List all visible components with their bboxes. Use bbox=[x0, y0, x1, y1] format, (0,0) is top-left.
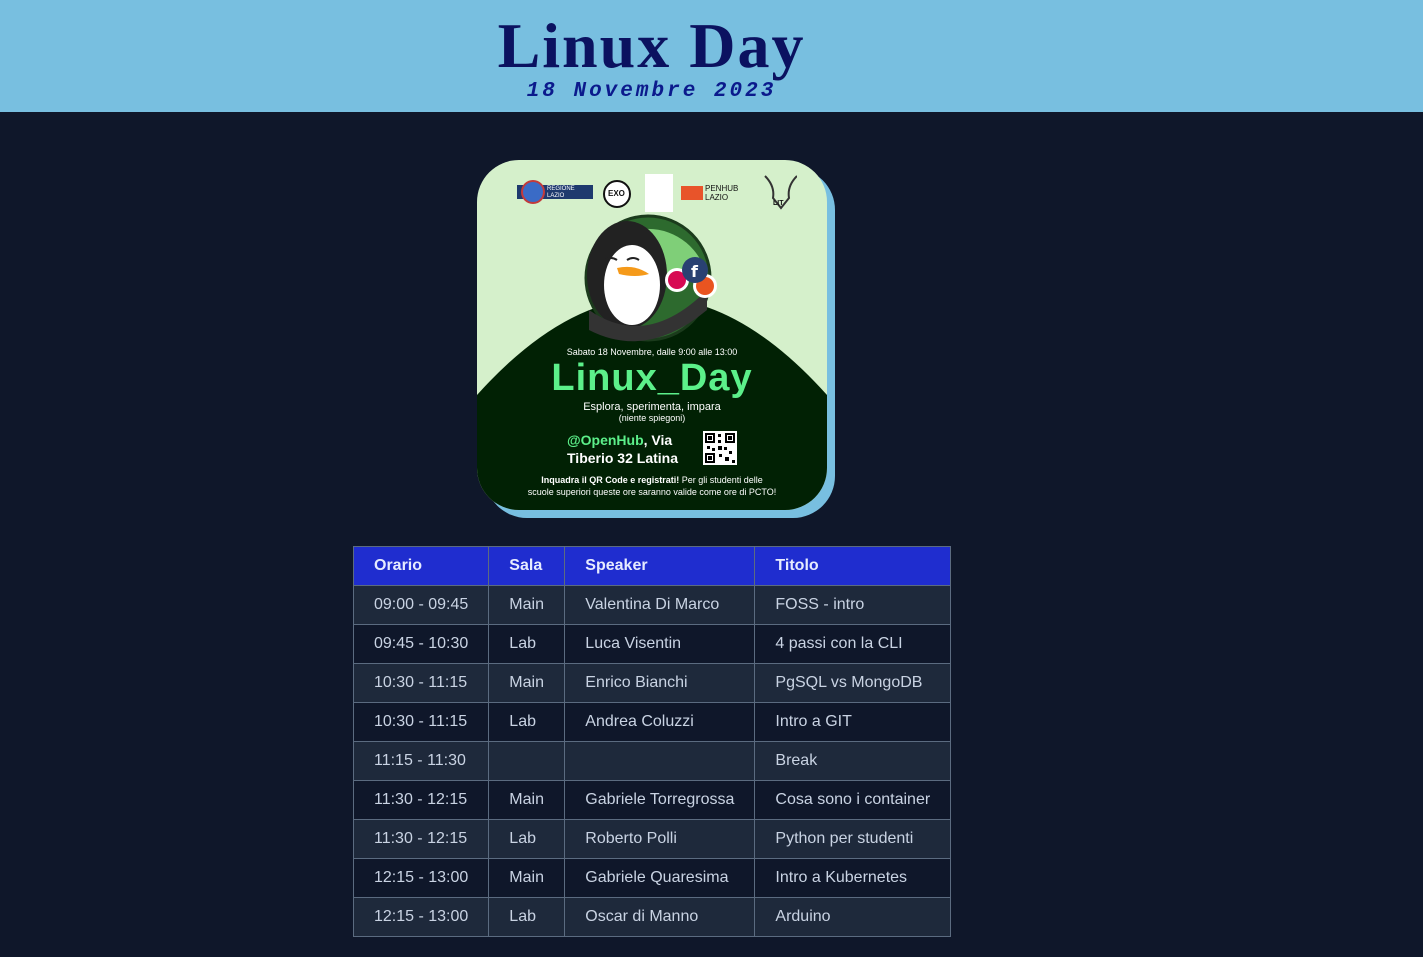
logo-lit: LIT bbox=[773, 200, 784, 207]
poster-cta-bold: Inquadra il QR Code e registrati! bbox=[541, 475, 680, 485]
cell-orario: 12:15 - 13:00 bbox=[352, 897, 490, 937]
column-header-speaker: Speaker bbox=[564, 546, 756, 586]
cell-sala: Lab bbox=[488, 819, 566, 859]
table-row: 09:00 - 09:45 Main Valentina Di Marco FO… bbox=[352, 585, 952, 625]
poster-handle: @OpenHub bbox=[567, 432, 644, 448]
cell-speaker: Enrico Bianchi bbox=[564, 663, 756, 703]
cell-titolo: Intro a GIT bbox=[754, 702, 952, 742]
poster-title: Linux_Day bbox=[551, 357, 753, 399]
cell-orario: 09:45 - 10:30 bbox=[352, 624, 490, 664]
poster-note: (niente spiegoni) bbox=[618, 413, 686, 423]
poster-cta-rest: Per gli studenti delle bbox=[679, 475, 763, 485]
cell-orario: 11:30 - 12:15 bbox=[352, 819, 490, 859]
cell-orario: 09:00 - 09:45 bbox=[352, 585, 490, 625]
cell-speaker: Oscar di Manno bbox=[564, 897, 756, 937]
logo-regione-lazio: REGIONE LAZIO bbox=[547, 186, 575, 199]
cell-sala bbox=[488, 741, 566, 781]
column-header-titolo: Titolo bbox=[754, 546, 952, 586]
cell-speaker: Valentina Di Marco bbox=[564, 585, 756, 625]
table-row: 12:15 - 13:00 Lab Oscar di Manno Arduino bbox=[352, 897, 952, 937]
cell-orario: 10:30 - 11:15 bbox=[352, 663, 490, 703]
cell-speaker: Andrea Coluzzi bbox=[564, 702, 756, 742]
cell-orario: 12:15 - 13:00 bbox=[352, 858, 490, 898]
poster-cta-line1: Inquadra il QR Code e registrati! Per gl… bbox=[477, 474, 827, 486]
cell-orario: 11:30 - 12:15 bbox=[352, 780, 490, 820]
cell-sala: Lab bbox=[488, 897, 566, 937]
page-title: Linux Day bbox=[497, 10, 806, 81]
cell-speaker bbox=[564, 741, 756, 781]
cell-titolo: Arduino bbox=[754, 897, 952, 937]
svg-text:f: f bbox=[691, 262, 699, 281]
table-row: 11:15 - 11:30 Break bbox=[352, 741, 952, 781]
cell-sala: Main bbox=[488, 858, 566, 898]
cell-titolo: 4 passi con la CLI bbox=[754, 624, 952, 664]
cell-sala: Lab bbox=[488, 624, 566, 664]
cell-titolo: Python per studenti bbox=[754, 819, 952, 859]
cell-titolo: Break bbox=[754, 741, 952, 781]
cell-orario: 10:30 - 11:15 bbox=[352, 702, 490, 742]
table-row: 10:30 - 11:15 Lab Andrea Coluzzi Intro a… bbox=[352, 702, 952, 742]
cell-sala: Main bbox=[488, 780, 566, 820]
schedule-table: Orario Sala Speaker Titolo 09:00 - 09:45… bbox=[352, 546, 952, 937]
cell-speaker: Gabriele Quaresima bbox=[564, 858, 756, 898]
cell-speaker: Luca Visentin bbox=[564, 624, 756, 664]
cell-titolo: Intro a Kubernetes bbox=[754, 858, 952, 898]
cell-titolo: PgSQL vs MongoDB bbox=[754, 663, 952, 703]
poster-tagline: Esplora, sperimenta, impara bbox=[583, 401, 721, 413]
cell-orario: 11:15 - 11:30 bbox=[352, 741, 490, 781]
logo-exo: EXO bbox=[608, 189, 625, 198]
cell-sala: Main bbox=[488, 585, 566, 625]
cell-sala: Main bbox=[488, 663, 566, 703]
table-row: 12:15 - 13:00 Main Gabriele Quaresima In… bbox=[352, 858, 952, 898]
cell-sala: Lab bbox=[488, 702, 566, 742]
page-subtitle: 18 Novembre 2023 bbox=[526, 80, 777, 103]
schedule-header-row: Orario Sala Speaker Titolo bbox=[352, 546, 952, 586]
page-header: Linux Day 18 Novembre 2023 bbox=[0, 0, 1423, 112]
event-poster: f REGIONE LAZIO EXO PENHUB LAZIO LIT Sab… bbox=[477, 160, 835, 518]
sponsor-logos: REGIONE LAZIO EXO PENHUB LAZIO LIT bbox=[517, 168, 797, 212]
column-header-sala: Sala bbox=[488, 546, 566, 586]
cell-titolo: Cosa sono i container bbox=[754, 780, 952, 820]
poster-cta-line2: scuole superiori queste ore saranno vali… bbox=[527, 487, 777, 497]
qr-code-icon bbox=[703, 431, 737, 465]
table-row: 11:30 - 12:15 Main Gabriele Torregrossa … bbox=[352, 780, 952, 820]
column-header-orario: Orario bbox=[352, 546, 490, 586]
table-row: 09:45 - 10:30 Lab Luca Visentin 4 passi … bbox=[352, 624, 952, 664]
cell-speaker: Roberto Polli bbox=[564, 819, 756, 859]
table-row: 10:30 - 11:15 Main Enrico Bianchi PgSQL … bbox=[352, 663, 952, 703]
table-row: 11:30 - 12:15 Lab Roberto Polli Python p… bbox=[352, 819, 952, 859]
cell-titolo: FOSS - intro bbox=[754, 585, 952, 625]
poster-address-tail: , Via bbox=[643, 432, 673, 448]
poster-card: f REGIONE LAZIO EXO PENHUB LAZIO LIT Sab… bbox=[477, 160, 827, 510]
poster-address-line2: Tiberio 32 Latina bbox=[567, 450, 678, 466]
cell-speaker: Gabriele Torregrossa bbox=[564, 780, 756, 820]
poster-address-line1: @OpenHub, Via bbox=[567, 431, 672, 449]
logo-openhub-lazio: PENHUB LAZIO bbox=[705, 184, 739, 202]
